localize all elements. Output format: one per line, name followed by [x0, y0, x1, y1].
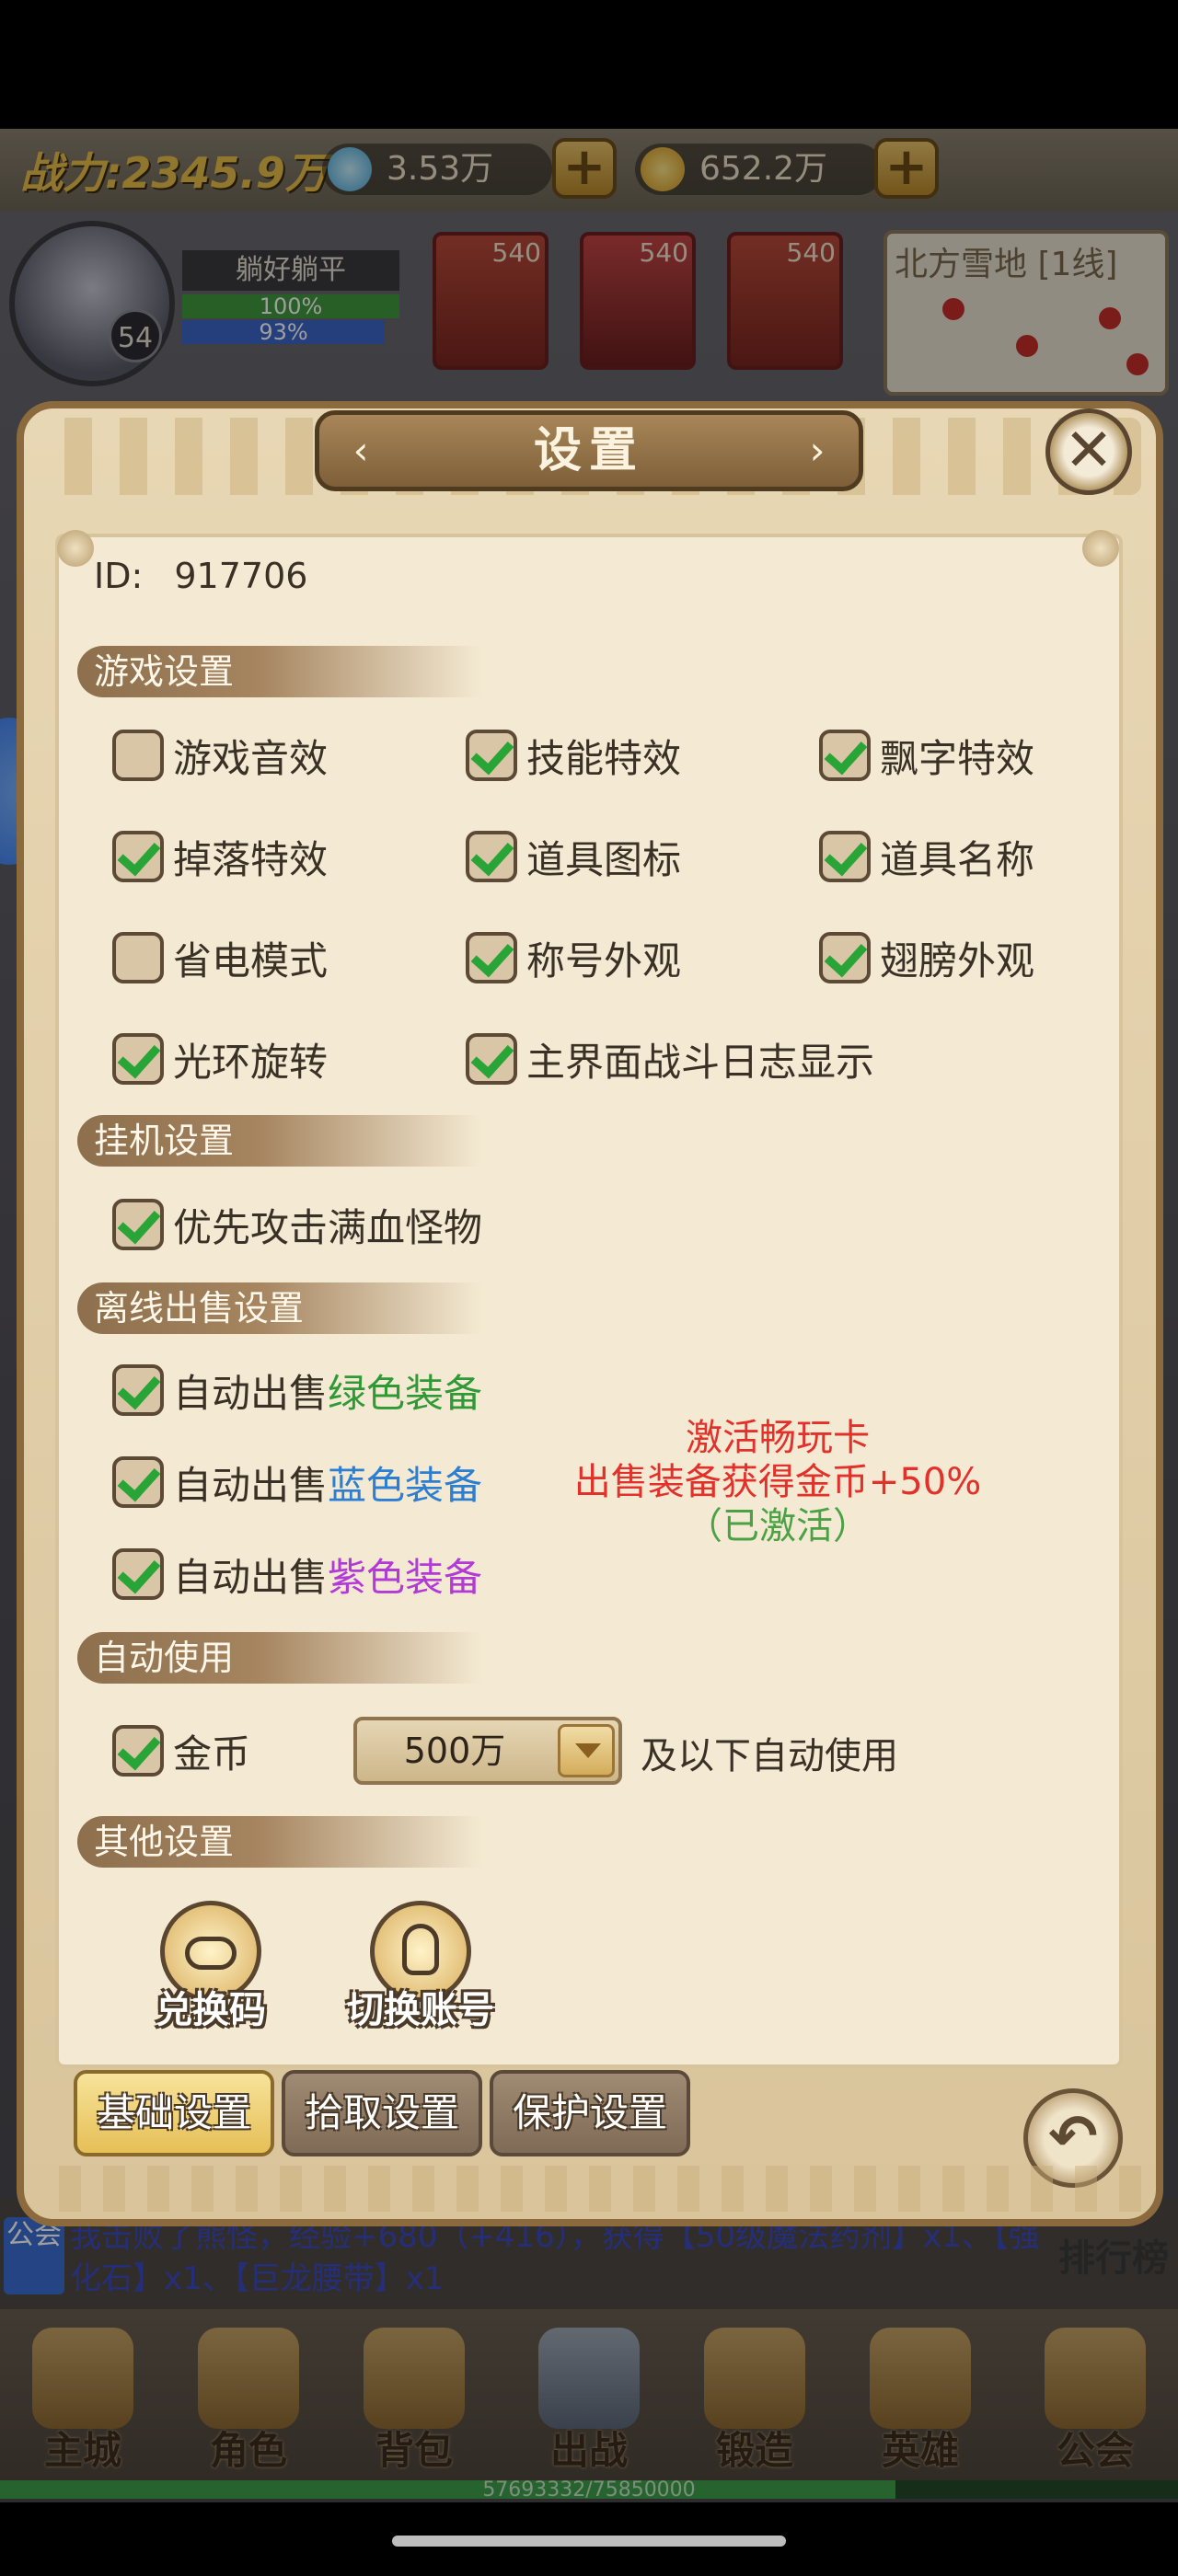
option-title-appearance[interactable]: 称号外观 [466, 929, 681, 986]
checkbox[interactable] [819, 932, 871, 983]
promo-bonus: 出售装备获得金币+50% [573, 1461, 982, 1503]
tab-protection-settings[interactable]: 保护设置 [490, 2070, 690, 2156]
option-label: 翅膀外观 [880, 937, 1035, 983]
checkbox[interactable] [819, 730, 871, 781]
checkbox[interactable] [112, 730, 164, 781]
pin-icon [57, 530, 94, 567]
switch-account-button[interactable]: 切换账号 [342, 1901, 499, 2039]
option-attack-full-hp[interactable]: 优先攻击满血怪物 [112, 1196, 482, 1253]
checkbox[interactable] [466, 932, 517, 983]
option-label: 光环旋转 [173, 1039, 329, 1085]
checkbox[interactable] [466, 1033, 517, 1085]
option-label: 省电模式 [173, 937, 329, 983]
chevron-down-icon[interactable] [558, 1724, 615, 1777]
home-indicator[interactable] [392, 2536, 786, 2547]
checkbox[interactable] [112, 1364, 164, 1416]
option-label: 金币 [173, 1731, 251, 1777]
checkbox[interactable] [112, 932, 164, 983]
option-skill-effects[interactable]: 技能特效 [466, 727, 681, 784]
close-button[interactable]: ✕ [1045, 408, 1132, 495]
option-halo-rotation[interactable]: 光环旋转 [112, 1030, 328, 1087]
id-label: ID: [94, 556, 144, 596]
section-game-settings: 游戏设置 [77, 646, 482, 697]
blue-equipment-label: 蓝色装备 [328, 1462, 483, 1508]
option-wing-appearance[interactable]: 翅膀外观 [819, 929, 1034, 986]
option-battle-log[interactable]: 主界面战斗日志显示 [466, 1030, 874, 1087]
player-id: ID: 917706 [94, 556, 307, 596]
checkbox[interactable] [112, 1033, 164, 1085]
section-idle-settings: 挂机设置 [77, 1115, 482, 1167]
option-auto-use-gold[interactable]: 金币 [112, 1722, 250, 1779]
section-other-settings: 其他设置 [77, 1816, 482, 1868]
option-label: 道具名称 [880, 836, 1035, 882]
checkbox[interactable] [112, 831, 164, 882]
option-sell-blue[interactable]: 自动出售 蓝色装备 [112, 1454, 482, 1511]
option-label: 自动出售 [173, 1462, 329, 1508]
option-sell-purple[interactable]: 自动出售 紫色装备 [112, 1546, 482, 1603]
tab-basic-settings[interactable]: 基础设置 [74, 2070, 274, 2156]
dialog-title: 设置 [533, 423, 644, 478]
option-label: 道具图标 [526, 836, 682, 882]
option-sell-green[interactable]: 自动出售 绿色装备 [112, 1362, 482, 1419]
option-floating-text[interactable]: 飘字特效 [819, 727, 1034, 784]
checkbox[interactable] [466, 831, 517, 882]
section-auto-use: 自动使用 [77, 1632, 482, 1684]
redeem-code-button[interactable]: 兑换码 [133, 1901, 289, 2039]
amount-value: 500万 [403, 1731, 506, 1771]
green-equipment-label: 绿色装备 [328, 1370, 483, 1416]
option-label: 自动出售 [173, 1554, 329, 1600]
option-power-saving[interactable]: 省电模式 [112, 929, 328, 986]
button-label: 切换账号 [347, 1989, 494, 2031]
checkbox[interactable] [112, 1548, 164, 1600]
option-label: 飘字特效 [880, 735, 1035, 781]
option-item-icons[interactable]: 道具图标 [466, 828, 681, 885]
pin-icon [1082, 530, 1119, 567]
option-drop-effects[interactable]: 掉落特效 [112, 828, 328, 885]
option-game-sound[interactable]: 游戏音效 [112, 727, 328, 784]
checkbox[interactable] [819, 831, 871, 882]
checkbox[interactable] [112, 1199, 164, 1250]
option-label: 称号外观 [526, 937, 682, 983]
option-label: 自动出售 [173, 1370, 329, 1416]
id-value: 917706 [174, 556, 308, 596]
auto-use-suffix: 及以下自动使用 [641, 1735, 898, 1777]
promo-status: （已激活） [686, 1505, 870, 1547]
option-label: 游戏音效 [173, 735, 329, 781]
tab-pickup-settings[interactable]: 拾取设置 [282, 2070, 482, 2156]
section-offline-sell: 离线出售设置 [77, 1282, 482, 1334]
purple-equipment-label: 紫色装备 [328, 1554, 483, 1600]
promo-title: 激活畅玩卡 [686, 1417, 870, 1459]
footer-ornament [37, 2166, 1141, 2212]
option-label: 技能特效 [526, 735, 682, 781]
checkbox[interactable] [112, 1725, 164, 1777]
option-item-names[interactable]: 道具名称 [819, 828, 1034, 885]
option-label: 主界面战斗日志显示 [526, 1039, 875, 1085]
button-label: 兑换码 [156, 1989, 266, 2031]
option-label: 掉落特效 [173, 836, 329, 882]
option-label: 优先攻击满血怪物 [173, 1204, 483, 1250]
checkbox[interactable] [466, 730, 517, 781]
checkbox[interactable] [112, 1456, 164, 1508]
